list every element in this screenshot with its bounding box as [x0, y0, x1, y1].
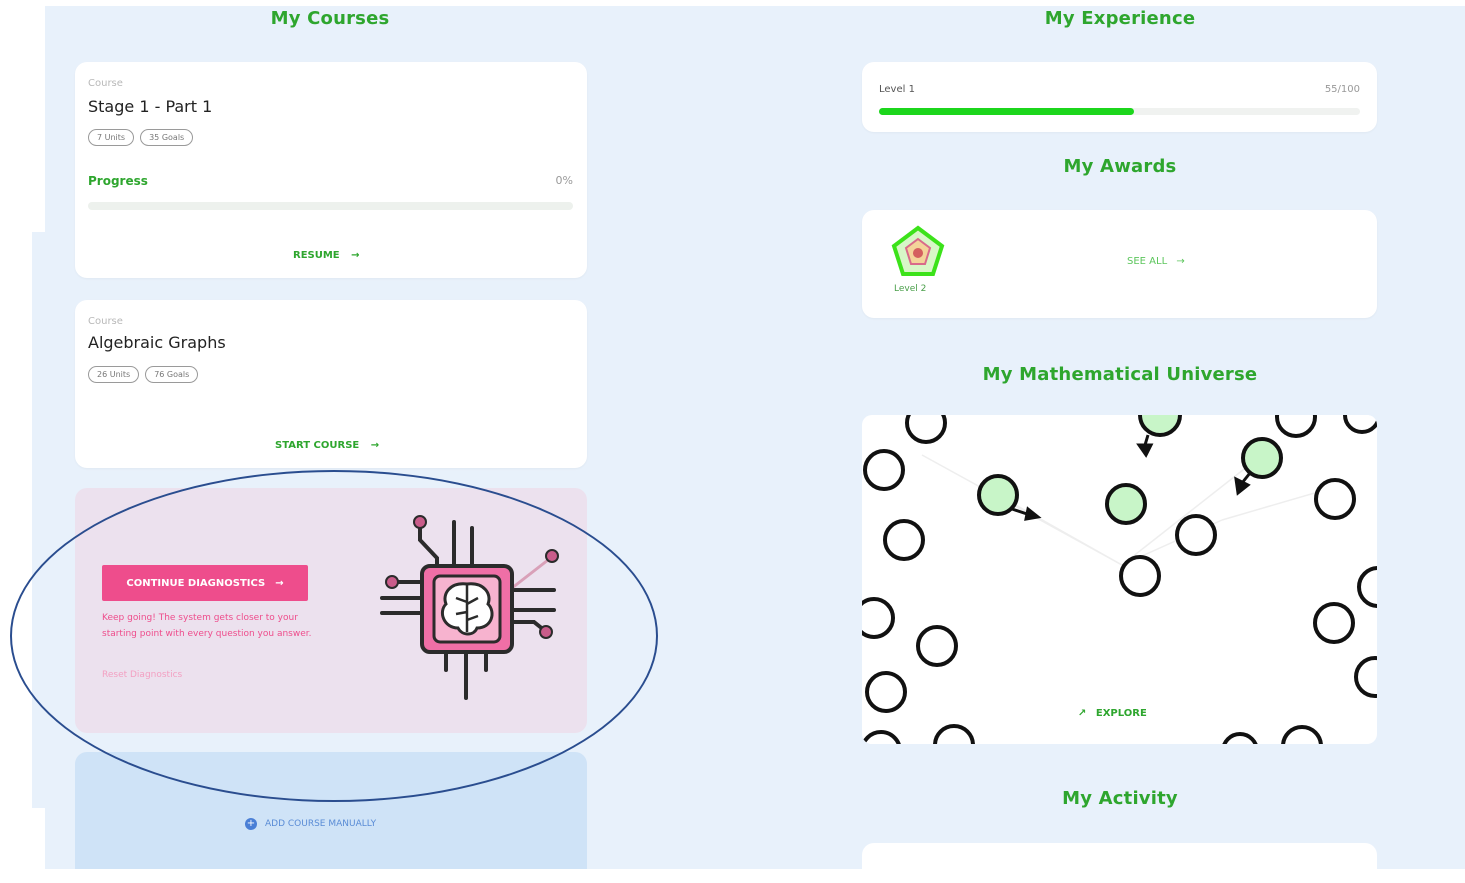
graph-node	[1354, 656, 1377, 698]
experience-level: Level 1	[879, 84, 915, 95]
graph-node	[883, 519, 925, 561]
course-card-algebraic-graphs[interactable]: Course Algebraic Graphs 26 Units 76 Goal…	[75, 300, 587, 468]
course-chips: 7 Units 35 Goals	[88, 129, 194, 146]
course-name: Algebraic Graphs	[88, 333, 226, 352]
highlight-oval-annotation	[10, 470, 658, 802]
experience-card: Level 1 55/100	[862, 62, 1377, 132]
graph-node	[863, 449, 905, 491]
graph-node	[933, 724, 975, 744]
graph-node	[1175, 514, 1217, 556]
progress-label: Progress	[88, 174, 148, 188]
math-universe-graph[interactable]	[862, 415, 1377, 744]
graph-node	[1222, 732, 1258, 744]
my-mathematical-universe-title: My Mathematical Universe	[982, 364, 1258, 385]
see-all-awards-button[interactable]: SEE ALL →	[1127, 256, 1185, 267]
resume-label: RESUME	[293, 250, 340, 261]
graph-node-active	[1138, 415, 1182, 437]
my-experience-title: My Experience	[1044, 8, 1196, 29]
course-label: Course	[88, 316, 123, 327]
arrow-right-icon: →	[1176, 256, 1185, 267]
graph-node	[1343, 415, 1377, 434]
see-all-label: SEE ALL	[1127, 256, 1168, 267]
arrow-right-icon: →	[370, 440, 380, 451]
graph-node	[916, 625, 958, 667]
units-chip: 26 Units	[88, 366, 140, 383]
explore-button[interactable]: ↗ EXPLORE	[1078, 708, 1147, 719]
course-progress-track	[88, 202, 573, 210]
goals-chip: 35 Goals	[140, 129, 194, 146]
my-activity-title: My Activity	[1062, 788, 1178, 809]
course-chips: 26 Units 76 Goals	[88, 366, 199, 383]
explore-icon: ↗	[1078, 708, 1087, 719]
course-card-stage1[interactable]: Course Stage 1 - Part 1 7 Units 35 Goals…	[75, 62, 587, 278]
course-name: Stage 1 - Part 1	[88, 97, 213, 116]
award-name: Level 2	[894, 284, 927, 294]
start-course-label: START COURSE	[275, 440, 360, 451]
graph-node	[1275, 415, 1317, 438]
arrow-right-icon: →	[351, 250, 360, 261]
graph-node	[1119, 555, 1161, 597]
graph-node-active	[1105, 483, 1147, 525]
graph-node	[865, 671, 907, 713]
graph-node-active	[977, 474, 1019, 516]
add-course-label: ADD COURSE MANUALLY	[265, 819, 377, 829]
course-label: Course	[88, 78, 123, 89]
universe-graph-canvas	[862, 415, 1377, 744]
graph-node	[862, 597, 895, 639]
explore-label: EXPLORE	[1095, 708, 1147, 719]
units-chip: 7 Units	[88, 129, 135, 146]
experience-value: 55/100	[1324, 84, 1360, 95]
graph-node	[1281, 725, 1323, 744]
my-awards-title: My Awards	[1063, 156, 1177, 177]
graph-node	[1314, 478, 1356, 520]
experience-progress-fill	[879, 108, 1134, 115]
experience-progress-track	[879, 108, 1360, 115]
activity-card	[862, 843, 1377, 883]
graph-node	[905, 415, 947, 444]
plus-icon: +	[245, 818, 257, 830]
add-course-manually-button[interactable]: + ADD COURSE MANUALLY	[245, 818, 376, 830]
award-badge-icon[interactable]	[890, 224, 946, 278]
graph-node	[862, 730, 901, 744]
awards-card: Level 2 SEE ALL →	[862, 210, 1377, 318]
graph-node	[1313, 602, 1355, 644]
goals-chip: 76 Goals	[145, 366, 199, 383]
graph-node	[1357, 566, 1377, 608]
start-course-button[interactable]: START COURSE →	[275, 440, 379, 451]
left-strip	[32, 232, 45, 808]
resume-button[interactable]: RESUME →	[293, 250, 360, 261]
progress-percent: 0%	[555, 174, 573, 187]
graph-node-active	[1241, 437, 1283, 479]
my-courses-title: My Courses	[270, 8, 390, 29]
